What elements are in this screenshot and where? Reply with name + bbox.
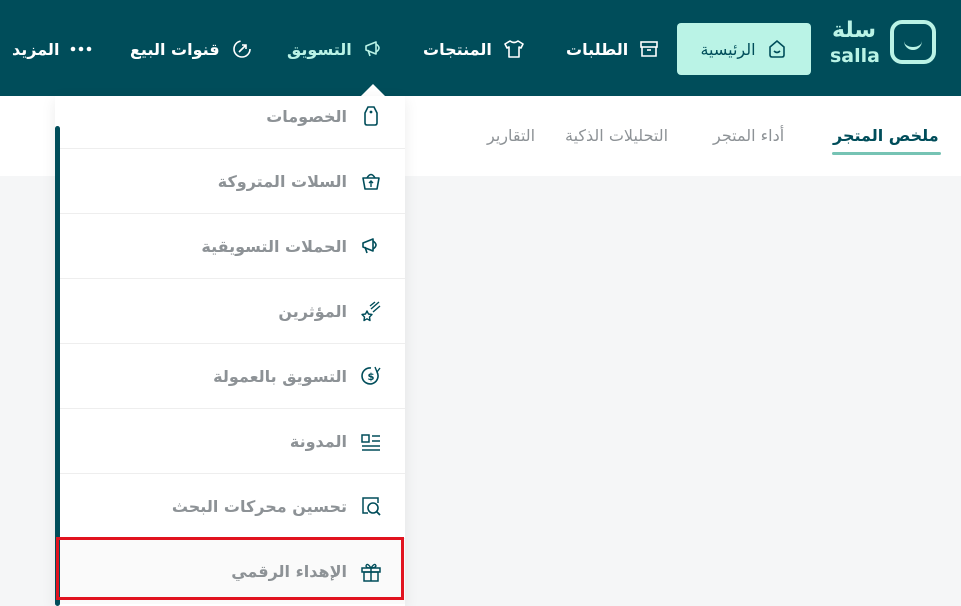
menu-item-abandoned-carts[interactable]: السلات المتروكة [60,149,405,214]
tab-smart-analytics[interactable]: التحليلات الذكية [565,126,668,145]
blog-article-icon [361,434,380,451]
menu-item-discounts[interactable]: الخصومات [60,84,405,149]
menu-item-label: الخصومات [266,106,347,126]
menu-item-blog[interactable]: المدونة [60,409,405,474]
menu-item-label: الحملات التسويقية [201,236,347,256]
nav-home-label: الرئيسية [700,39,756,59]
seo-search-icon [362,497,381,516]
marketing-dropdown-menu: الخصومات السلات المتروكة الحملات التسويق… [55,96,405,606]
discount-tag-icon [364,106,378,126]
commission-coin-icon: $ [361,366,381,385]
tab-store-performance[interactable]: أداء المتجر [713,126,784,145]
orders-box-icon [640,41,659,57]
tab-reports[interactable]: التقارير [487,126,535,145]
nav-sales-channels[interactable]: قنوات البيع [130,23,254,75]
menu-item-label: السلات المتروكة [217,171,347,191]
menu-item-affiliate-marketing[interactable]: التسويق بالعمولة $ [60,344,405,409]
menu-item-seo[interactable]: تحسين محركات البحث [60,474,405,539]
nav-more-label: المزيد [12,39,60,59]
tshirt-icon [504,40,524,58]
menu-item-label: المدونة [289,431,347,451]
menu-item-digital-gifting[interactable]: الإهداء الرقمي [60,539,405,604]
nav-more[interactable]: المزيد [12,23,93,75]
menu-item-campaigns[interactable]: الحملات التسويقية [60,214,405,279]
logo-latin-text: salla [830,45,880,67]
logo-bag-icon [890,20,936,64]
nav-products[interactable]: المنتجات [423,23,526,75]
megaphone-icon [362,238,377,254]
nav-sales-channels-label: قنوات البيع [130,39,220,59]
menu-item-label: المؤثرين [278,301,347,321]
nav-marketing-label: التسويق [287,39,352,59]
home-icon [768,39,785,58]
menu-item-label: تحسين محركات البحث [171,496,347,516]
gift-icon [361,563,381,582]
nav-products-label: المنتجات [423,39,492,59]
salla-logo[interactable]: سلة salla [826,18,946,72]
shooting-star-icon [361,301,381,322]
menu-item-label: الإهداء الرقمي [231,562,347,581]
more-dots-icon [71,46,92,52]
logo-arabic-text: سلة [832,18,876,43]
menu-item-influencers[interactable]: المؤثرين [60,279,405,344]
nav-orders-label: الطلبات [566,39,629,59]
menu-item-label: التسويق بالعمولة [213,366,347,386]
megaphone-icon [364,41,380,57]
nav-home[interactable]: الرئيسية [677,23,811,75]
svg-text:$: $ [368,372,375,383]
top-navigation-bar: سلة salla الرئيسية الطلبات المنتجات التس… [0,0,961,96]
tab-store-summary[interactable]: ملخص المتجر [833,126,939,145]
active-tab-underline [832,152,941,155]
nav-orders[interactable]: الطلبات [566,23,660,75]
nav-marketing[interactable]: التسويق [287,23,386,75]
sales-channels-icon [232,40,251,58]
abandoned-basket-icon [362,173,380,190]
